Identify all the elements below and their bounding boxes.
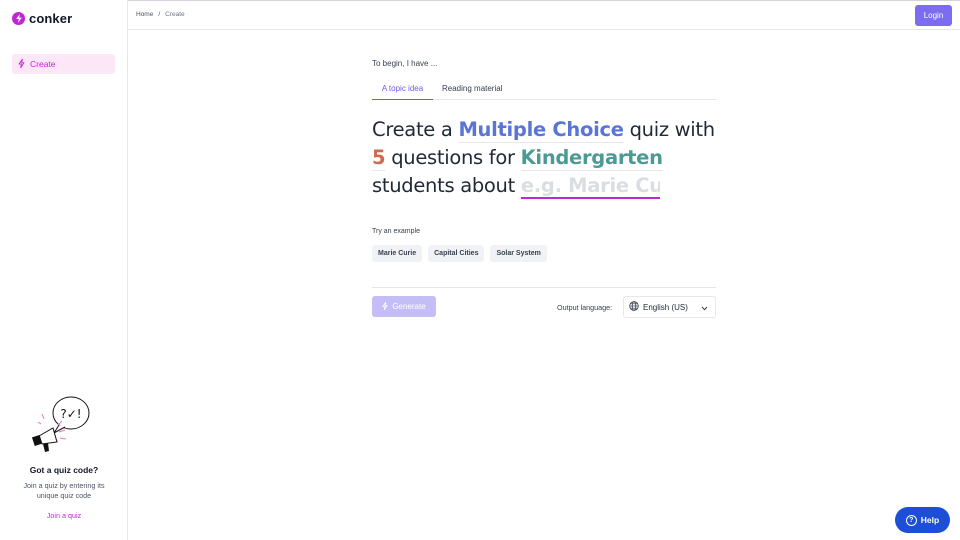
breadcrumb-home[interactable]: Home xyxy=(136,11,153,18)
example-chip[interactable]: Marie Curie xyxy=(372,245,423,262)
example-chip[interactable]: Capital Cities xyxy=(428,245,485,262)
bolt-icon xyxy=(18,55,25,73)
example-chips: Marie Curie Capital Cities Solar System xyxy=(372,245,547,262)
quiz-code-title: Got a quiz code? xyxy=(29,465,99,475)
join-quiz-link[interactable]: Join a quiz xyxy=(0,511,128,520)
tab-topic-idea[interactable]: A topic idea xyxy=(372,84,433,100)
breadcrumb-separator: / xyxy=(158,11,161,18)
bolt-icon xyxy=(382,301,388,312)
top-bar: Home / Create Login xyxy=(128,0,960,30)
megaphone-illustration: ?✓! xyxy=(31,396,90,452)
grade-level-selector[interactable]: Kindergarten xyxy=(520,146,663,171)
intro-text: To begin, I have ... xyxy=(372,59,438,68)
help-button[interactable]: ? Help xyxy=(895,507,950,533)
source-tabs: A topic idea Reading material xyxy=(372,80,716,100)
sidebar-item-label: Create xyxy=(30,59,56,69)
generate-label: Generate xyxy=(392,302,426,311)
quiz-code-panel: ?✓! Got a quiz code? Join a quiz by ente… xyxy=(0,392,128,520)
output-language-value: English (US) xyxy=(643,302,688,312)
divider xyxy=(372,287,716,288)
output-language-label: Output language: xyxy=(557,303,613,312)
app-name: conker xyxy=(29,11,73,26)
topic-input[interactable] xyxy=(520,174,660,199)
examples-label: Try an example xyxy=(372,228,420,235)
sentence-text: quiz with xyxy=(629,118,716,141)
quiz-code-description: Join a quiz by entering its unique quiz … xyxy=(23,481,105,500)
help-label: Help xyxy=(920,515,940,525)
logo[interactable]: conker xyxy=(12,11,72,26)
output-language-select[interactable]: English (US) xyxy=(623,296,716,318)
quiz-type-selector[interactable]: Multiple Choice xyxy=(458,118,624,143)
question-count-selector[interactable]: 5 xyxy=(372,146,386,171)
tab-reading-material[interactable]: Reading material xyxy=(442,84,502,100)
breadcrumb-current: Create xyxy=(165,11,185,18)
breadcrumb: Home / Create xyxy=(136,11,185,18)
sentence-text: questions for xyxy=(391,146,515,169)
globe-icon xyxy=(629,298,639,316)
sidebar: conker Create ?✓! Got a quiz code? Join … xyxy=(0,0,128,540)
question-mark-icon: ? xyxy=(905,514,917,526)
sentence-text: students about xyxy=(372,174,515,197)
bolt-icon xyxy=(12,12,25,25)
sidebar-item-create[interactable]: Create xyxy=(12,54,115,74)
sentence-text: Create a xyxy=(372,118,453,141)
quiz-sentence-builder: Create a Multiple Choice quiz with 5 que… xyxy=(372,116,716,200)
login-button[interactable]: Login xyxy=(915,5,952,26)
svg-text:?✓!: ?✓! xyxy=(60,407,81,421)
example-chip[interactable]: Solar System xyxy=(490,245,547,262)
chevron-down-icon xyxy=(701,298,708,316)
generate-button[interactable]: Generate xyxy=(372,296,436,317)
